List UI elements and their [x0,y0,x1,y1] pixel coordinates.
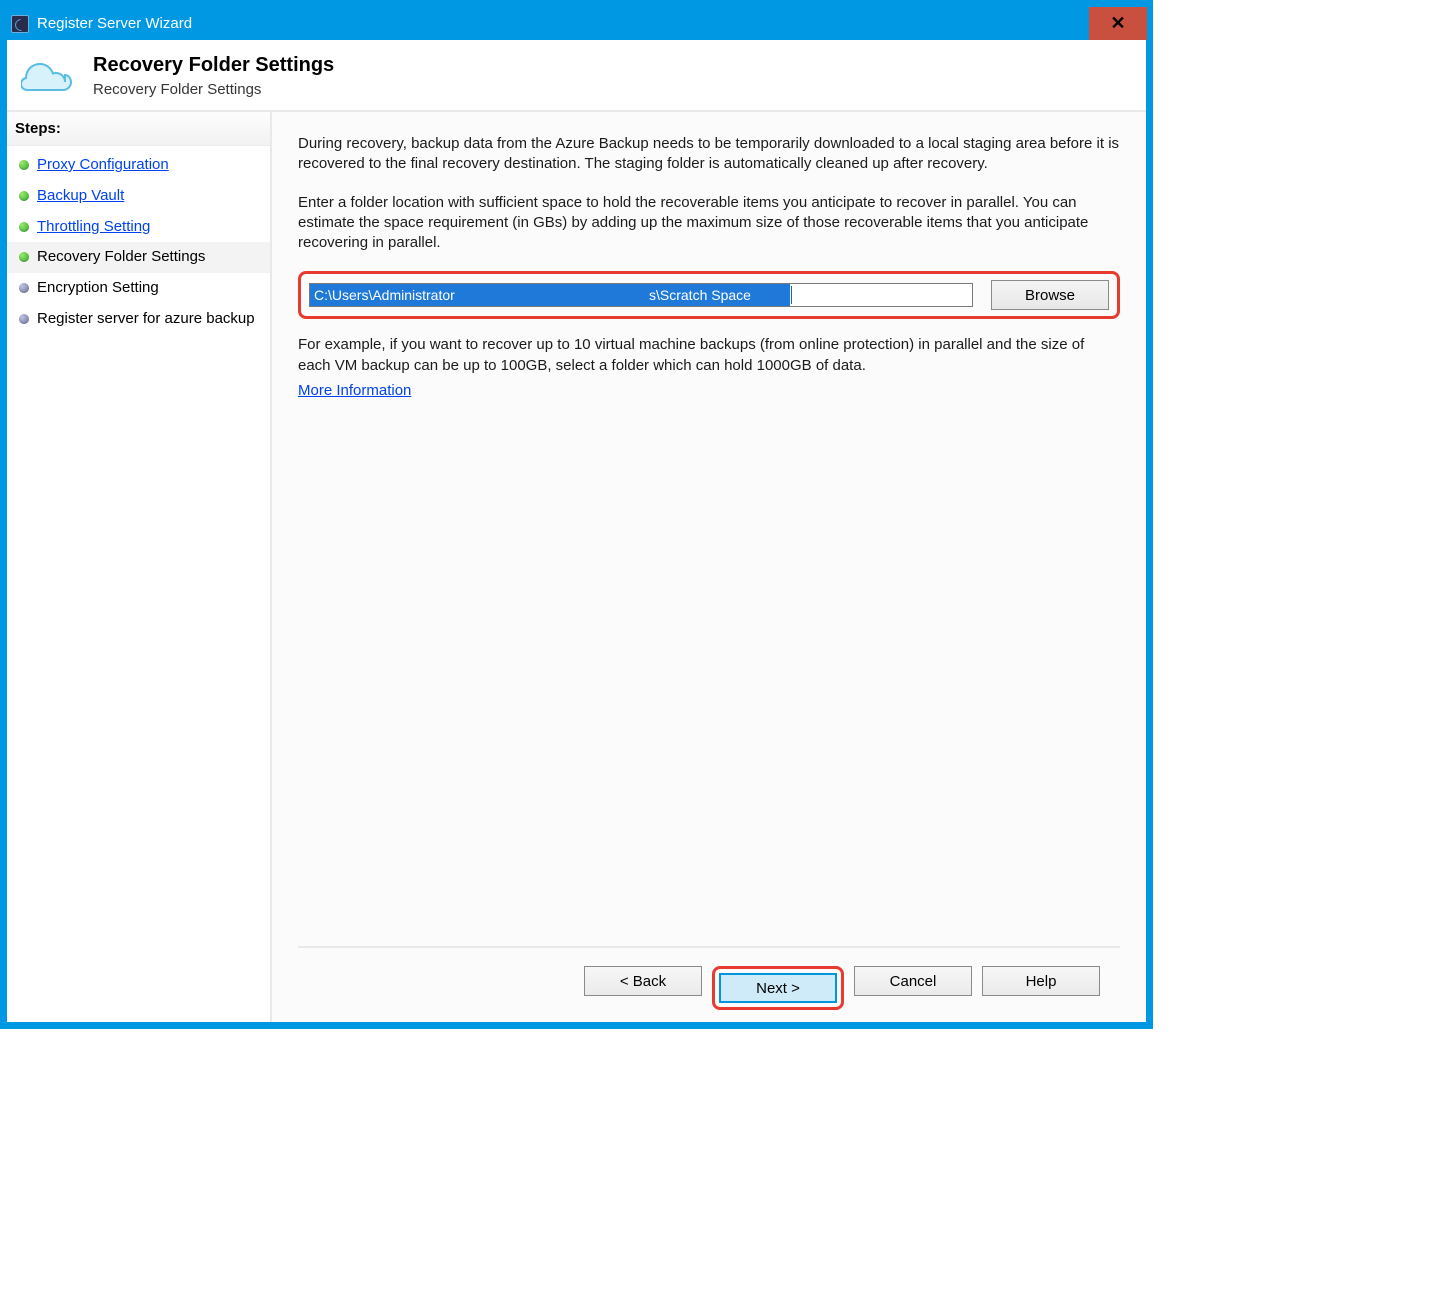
path-selected-segment: s\Scratch Space [645,284,790,306]
next-button-highlight: Next > [712,966,844,1010]
step-bullet-icon [19,314,29,324]
step-label: Register server for azure backup [37,310,255,329]
input-caret [791,286,792,304]
page-title: Recovery Folder Settings [93,54,334,77]
wizard-body: Steps: Proxy Configuration Backup Vault … [7,112,1146,1022]
folder-input-highlight: C:\Users\Administrator s\Scratch Space B… [298,271,1120,319]
step-encryption-setting[interactable]: Encryption Setting [7,273,270,304]
step-bullet-icon [19,222,29,232]
step-bullet-icon [19,160,29,170]
cloud-icon [21,58,77,94]
step-label: Proxy Configuration [37,156,169,175]
step-bullet-icon [19,191,29,201]
cancel-button[interactable]: Cancel [854,966,972,996]
back-button[interactable]: < Back [584,966,702,996]
steps-sidebar: Steps: Proxy Configuration Backup Vault … [7,112,272,1022]
example-text: For example, if you want to recover up t… [298,335,1120,376]
main-panel: During recovery, backup data from the Az… [272,112,1146,1022]
more-information-link[interactable]: More Information [298,382,1120,399]
close-icon: ✕ [1110,13,1125,34]
page-subtitle: Recovery Folder Settings [93,81,334,98]
close-button[interactable]: ✕ [1089,7,1147,40]
step-bullet-icon [19,283,29,293]
path-selected-segment: C:\Users\Administrator [310,284,645,306]
help-button[interactable]: Help [982,966,1100,996]
titlebar: Register Server Wizard ✕ [7,7,1146,40]
step-label: Encryption Setting [37,279,159,298]
step-backup-vault[interactable]: Backup Vault [7,181,270,212]
wizard-header: Recovery Folder Settings Recovery Folder… [7,40,1146,112]
step-bullet-icon [19,252,29,262]
step-recovery-folder-settings[interactable]: Recovery Folder Settings [7,242,270,273]
step-label: Recovery Folder Settings [37,248,205,267]
step-label: Backup Vault [37,187,124,206]
step-proxy-configuration[interactable]: Proxy Configuration [7,150,270,181]
folder-path-input[interactable]: C:\Users\Administrator s\Scratch Space [309,283,973,307]
step-throttling-setting[interactable]: Throttling Setting [7,212,270,243]
step-register-server[interactable]: Register server for azure backup [7,304,270,335]
wizard-footer: < Back Next > Cancel Help [298,946,1120,1010]
step-label: Throttling Setting [37,218,150,237]
intro-text: During recovery, backup data from the Az… [298,134,1120,175]
instruction-text: Enter a folder location with sufficient … [298,193,1120,254]
app-icon [11,15,29,33]
steps-list: Proxy Configuration Backup Vault Throttl… [7,146,270,339]
window-title: Register Server Wizard [37,15,192,32]
browse-button[interactable]: Browse [991,280,1109,310]
next-button[interactable]: Next > [719,973,837,1003]
steps-heading: Steps: [7,112,270,146]
wizard-window: Register Server Wizard ✕ Recovery Folder… [0,0,1153,1029]
